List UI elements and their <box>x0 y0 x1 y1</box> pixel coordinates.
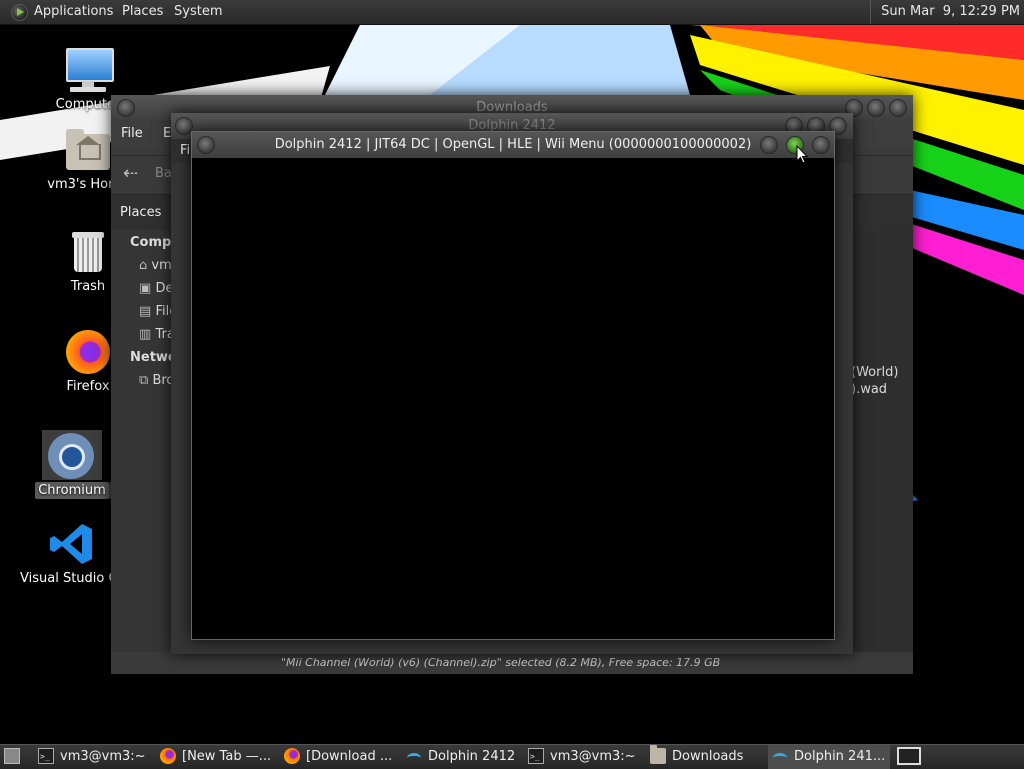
taskbar-item-dolphin-render[interactable]: Dolphin 241... <box>768 745 890 769</box>
network-icon: ⧉ <box>139 373 149 388</box>
home-folder-icon <box>64 126 112 174</box>
downloads-sidebar: Computer ⌂ vm3 ▣ Desktop ▤ File System ▥… <box>111 230 258 652</box>
home-icon: ⌂ <box>139 258 148 273</box>
menu-file[interactable]: File <box>121 121 143 147</box>
places-menu[interactable]: Places <box>122 0 163 24</box>
taskbar-item-terminal-1[interactable]: vm3@vm3:~ <box>34 745 152 769</box>
vscode-icon <box>48 520 96 568</box>
taskbar-item-downloads[interactable]: Downloads <box>646 745 764 769</box>
desktop-icon: ▣ <box>139 281 152 296</box>
firefox-icon <box>160 747 176 764</box>
bottom-panel: vm3@vm3:~ [New Tab —... [Download ... Do… <box>0 744 1024 769</box>
close-button[interactable] <box>812 136 830 154</box>
workspace-switcher[interactable] <box>897 747 921 765</box>
desktop-icon-label: Firefox <box>66 379 110 394</box>
render-titlebar[interactable]: Dolphin 2412 | JIT64 DC | OpenGL | HLE |… <box>192 132 834 158</box>
status-text: "Mii Channel (World) (v6) (Channel).zip"… <box>281 656 721 669</box>
render-canvas[interactable] <box>192 158 834 639</box>
dolphin-icon <box>406 748 422 764</box>
show-desktop-icon[interactable] <box>4 748 20 764</box>
taskbar-item-label: vm3@vm3:~ <box>60 749 146 764</box>
taskbar-item-dolphin[interactable]: Dolphin 2412 <box>402 745 520 769</box>
folder-icon <box>650 745 666 764</box>
taskbar-item-firefox-download[interactable]: [Download ... <box>280 745 400 769</box>
applications-menu[interactable]: Applications <box>34 0 113 24</box>
window-menu-button[interactable] <box>117 99 135 117</box>
window-menu-button[interactable] <box>197 136 215 154</box>
render-window-title: Dolphin 2412 | JIT64 DC | OpenGL | HLE |… <box>274 137 752 152</box>
top-panel: Applications Places System Sun Mar 9, 12… <box>0 0 1024 25</box>
minimize-button[interactable] <box>760 136 778 154</box>
taskbar-item-label: Dolphin 2412 <box>428 749 516 764</box>
mouse-cursor-icon <box>796 145 808 164</box>
file-label-line: ).wad <box>851 382 888 397</box>
drive-icon: ▤ <box>139 304 152 319</box>
trash-icon <box>64 228 112 276</box>
dolphin-icon <box>772 748 788 764</box>
chromium-icon <box>42 430 102 480</box>
system-menu[interactable]: System <box>174 0 222 24</box>
desktop-icon-label: Chromium <box>35 482 109 499</box>
back-arrow-icon[interactable]: ⇠ <box>123 163 138 184</box>
taskbar-item-label: [New Tab —... <box>182 749 272 764</box>
taskbar-item-label: [Download ... <box>306 749 393 764</box>
taskbar-item-label: Downloads <box>672 749 744 764</box>
taskbar-item-terminal-2[interactable]: vm3@vm3:~ <box>524 745 642 769</box>
terminal-icon <box>38 745 54 769</box>
file-label-line: (World) <box>851 365 899 380</box>
firefox-icon <box>284 747 300 764</box>
distro-logo-icon[interactable] <box>11 4 28 21</box>
sidebar-places-dropdown[interactable]: Places <box>120 205 161 220</box>
maximize-button[interactable] <box>867 99 885 117</box>
computer-icon <box>64 46 114 94</box>
trash-icon: ▥ <box>139 327 152 342</box>
downloads-statusbar: "Mii Channel (World) (v6) (Channel).zip"… <box>111 652 913 674</box>
taskbar-item-label: vm3@vm3:~ <box>550 749 636 764</box>
desktop-icon-label: Trash <box>70 279 106 294</box>
taskbar-item-label: Dolphin 241... <box>794 749 886 764</box>
close-button[interactable] <box>889 99 907 117</box>
file-item-label[interactable]: (World) ).wad <box>851 364 898 398</box>
dolphin-render-window[interactable]: Dolphin 2412 | JIT64 DC | OpenGL | HLE |… <box>191 131 835 640</box>
taskbar-item-firefox-newtab[interactable]: [New Tab —... <box>156 745 276 769</box>
terminal-icon <box>528 745 544 769</box>
panel-clock[interactable]: Sun Mar 9, 12:29 PM <box>870 0 1024 24</box>
firefox-icon <box>64 328 112 376</box>
